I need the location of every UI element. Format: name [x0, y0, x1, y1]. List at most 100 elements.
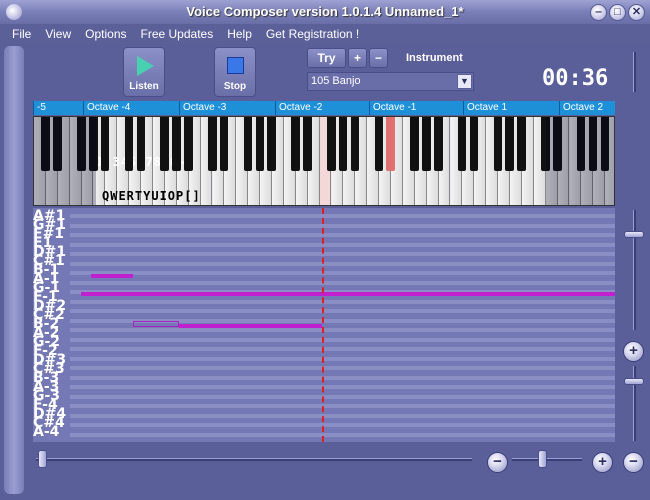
black-key[interactable] — [267, 117, 277, 171]
instrument-plus-button[interactable]: + — [348, 48, 367, 68]
menu-get-registration[interactable]: Get Registration ! — [259, 27, 366, 41]
instrument-label: Instrument — [406, 52, 463, 64]
black-key[interactable] — [410, 117, 419, 171]
black-key[interactable] — [422, 117, 431, 171]
black-key[interactable] — [136, 117, 146, 171]
horizontal-scroll-thumb[interactable] — [38, 450, 47, 468]
roll-row — [70, 423, 615, 427]
stop-icon — [227, 57, 244, 74]
note-block[interactable] — [179, 324, 322, 328]
black-key[interactable] — [160, 117, 169, 171]
roll-row — [70, 385, 615, 389]
octave-label: Octave 1 — [463, 101, 507, 115]
menu-options[interactable]: Options — [78, 27, 133, 41]
left-scroll-rail[interactable] — [4, 46, 24, 494]
title-bar[interactable]: Voice Composer version 1.0.1.4 Unnamed_1… — [0, 0, 650, 24]
roll-row — [70, 233, 615, 237]
listen-button[interactable]: Listen — [123, 47, 165, 97]
roll-row — [70, 271, 615, 275]
listen-label: Listen — [129, 81, 159, 92]
black-key[interactable] — [255, 117, 265, 171]
stop-button[interactable]: Stop — [214, 47, 256, 97]
horizontal-zoom-out-button[interactable]: − — [487, 452, 508, 473]
stop-label: Stop — [223, 81, 247, 92]
roll-row — [70, 366, 615, 370]
maximize-button[interactable]: □ — [609, 4, 626, 21]
note-label: A-4 — [33, 424, 60, 440]
roll-row — [70, 413, 615, 418]
black-key[interactable] — [374, 117, 384, 171]
instrument-minus-button[interactable]: − — [369, 48, 388, 68]
window-title: Voice Composer version 1.0.1.4 Unnamed_1… — [186, 4, 464, 19]
roll-row — [70, 280, 615, 285]
black-key[interactable] — [207, 117, 217, 171]
menu-free-updates[interactable]: Free Updates — [134, 27, 221, 41]
black-key[interactable] — [386, 117, 396, 171]
roll-row — [70, 242, 615, 247]
black-key[interactable] — [184, 117, 193, 171]
roll-row — [70, 299, 615, 304]
black-key[interactable] — [493, 117, 503, 171]
black-key[interactable] — [124, 117, 134, 171]
octave-label: -5 — [33, 101, 46, 115]
app-window: Voice Composer version 1.0.1.4 Unnamed_1… — [0, 0, 650, 500]
roll-row — [70, 347, 615, 351]
vertical-zoom-track[interactable] — [633, 210, 636, 330]
volume-slider-track[interactable] — [633, 52, 636, 92]
minimize-button[interactable]: ‒ — [590, 4, 607, 21]
octave-label: Octave -4 — [83, 101, 130, 115]
menu-file[interactable]: File — [5, 27, 38, 41]
piano-roll[interactable]: A#1 G#1 F#1 E1 D#1 C#1 B-1 A-1 G-1 F-1 D#2 C#2 B-2 A-… — [33, 208, 615, 442]
octave-label: Octave -2 — [275, 101, 322, 115]
roll-row — [70, 337, 615, 342]
play-icon — [137, 56, 154, 76]
piano-keyboard[interactable]: 1 345 78 0-+ QWERTYUIOP[] — [33, 116, 615, 206]
roll-row — [70, 214, 615, 218]
octave-label: Octave -1 — [369, 101, 416, 115]
letter-key-hints: QWERTYUIOP[] — [102, 189, 201, 203]
roll-row — [70, 252, 615, 256]
black-key[interactable] — [303, 117, 312, 171]
black-key[interactable] — [100, 117, 110, 171]
horizontal-zoom-in-button[interactable]: + — [592, 452, 613, 473]
menu-bar: File View Options Free Updates Help Get … — [0, 24, 650, 44]
black-key[interactable] — [505, 117, 515, 171]
black-key[interactable] — [457, 117, 467, 171]
menu-view[interactable]: View — [38, 27, 78, 41]
black-key[interactable] — [243, 117, 253, 171]
black-key[interactable] — [517, 117, 526, 171]
roll-row — [70, 404, 615, 408]
black-key[interactable] — [350, 117, 360, 171]
vertical-zoom-out-button[interactable]: − — [623, 452, 644, 473]
chevron-down-icon[interactable]: ▼ — [457, 74, 472, 89]
black-key[interactable] — [326, 117, 336, 171]
horizontal-zoom-track[interactable] — [512, 458, 582, 461]
roll-row — [70, 356, 615, 361]
roll-row — [70, 223, 615, 228]
try-button[interactable]: Try — [307, 48, 346, 68]
octave-label: Octave 2 — [559, 101, 603, 115]
note-block[interactable] — [81, 292, 615, 296]
vertical-scroll-thumb[interactable] — [624, 378, 644, 385]
horizontal-zoom-thumb[interactable] — [538, 450, 547, 468]
black-key[interactable] — [338, 117, 348, 171]
roll-row — [70, 375, 615, 380]
black-key[interactable] — [291, 117, 300, 171]
menu-help[interactable]: Help — [220, 27, 259, 41]
instrument-select[interactable]: 105 Banjo ▼ — [307, 72, 474, 91]
roll-row — [70, 394, 615, 399]
vertical-zoom-in-button[interactable]: + — [623, 341, 644, 362]
playhead-line — [322, 208, 324, 442]
time-display: 00:36 — [542, 66, 609, 91]
horizontal-scroll-track[interactable] — [36, 458, 472, 461]
black-key[interactable] — [434, 117, 443, 171]
black-key[interactable] — [469, 117, 479, 171]
note-block[interactable] — [91, 274, 133, 278]
black-key[interactable] — [172, 117, 181, 171]
roll-row — [70, 309, 615, 313]
close-button[interactable]: ✕ — [628, 4, 645, 21]
note-block-outline[interactable] — [133, 321, 179, 327]
octave-label: Octave -3 — [179, 101, 226, 115]
vertical-zoom-thumb[interactable] — [624, 231, 644, 238]
black-key[interactable] — [219, 117, 229, 171]
